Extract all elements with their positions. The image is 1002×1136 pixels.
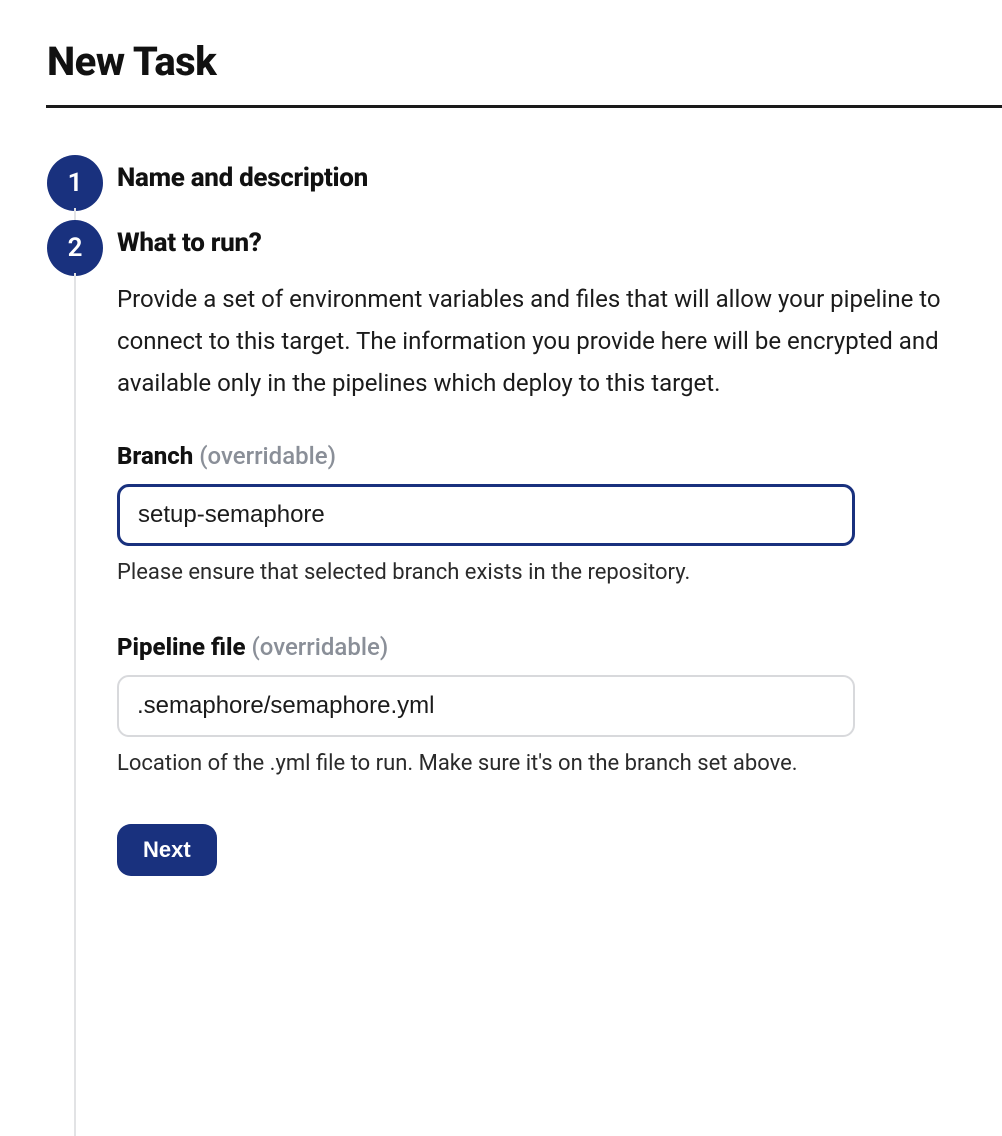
next-button[interactable]: Next [117, 824, 217, 876]
branch-label: Branch (overridable) [117, 442, 1002, 470]
pipeline-file-input[interactable] [117, 675, 855, 737]
step-connector [74, 273, 76, 1136]
branch-label-text: Branch [117, 442, 193, 470]
step-1-title[interactable]: Name and description [117, 163, 1002, 193]
title-divider [46, 105, 1002, 108]
step-2: 2 What to run? Provide a set of environm… [47, 228, 1002, 876]
branch-field-group: Branch (overridable) Please ensure that … [117, 442, 1002, 585]
steps-container: 1 Name and description 2 What to run? Pr… [47, 163, 1002, 876]
pipeline-label-hint: (overridable) [245, 633, 388, 661]
pipeline-field-group: Pipeline file (overridable) Location of … [117, 633, 1002, 776]
page-title: New Task [47, 38, 1002, 85]
pipeline-helper-text: Location of the .yml file to run. Make s… [117, 751, 1002, 776]
pipeline-label: Pipeline file (overridable) [117, 633, 1002, 661]
branch-helper-text: Please ensure that selected branch exist… [117, 560, 1002, 585]
branch-input[interactable] [117, 484, 855, 546]
step-2-description: Provide a set of environment variables a… [117, 278, 987, 404]
step-2-title: What to run? [117, 228, 1002, 258]
step-2-marker: 2 [47, 220, 103, 276]
branch-label-hint: (overridable) [193, 442, 336, 470]
step-1-marker: 1 [47, 155, 103, 211]
pipeline-label-text: Pipeline file [117, 633, 245, 661]
step-1: 1 Name and description [47, 163, 1002, 193]
